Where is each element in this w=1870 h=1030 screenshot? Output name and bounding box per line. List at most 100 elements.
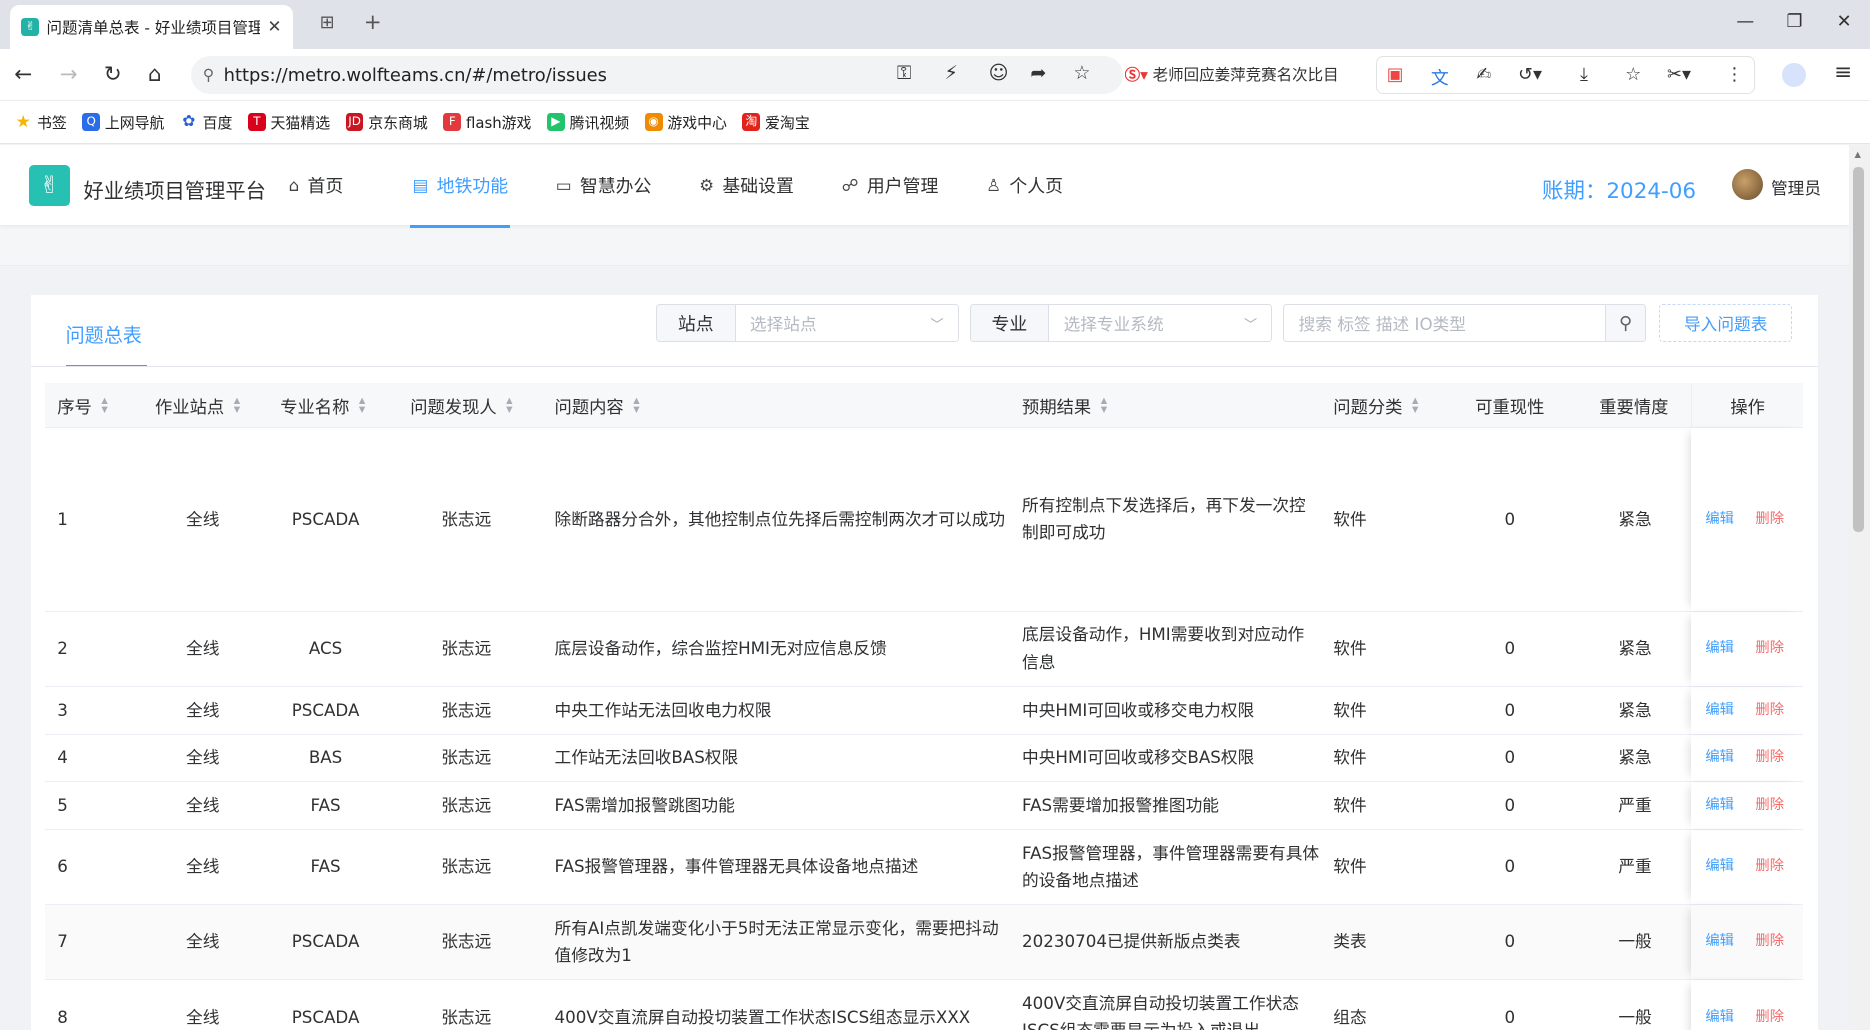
cell-no: 7 [57,932,68,952]
col-header-expected[interactable]: 预期结果 ▲ ▼ [1022,383,1107,428]
avatar[interactable] [1731,169,1763,201]
home-icon: ⌂ [288,175,300,195]
key-icon[interactable]: ⚿ [897,62,912,84]
scissors-icon[interactable]: ✂▾ [1667,64,1691,85]
sort-icon[interactable]: ▲ ▼ [359,395,365,415]
col-header-content[interactable]: 问题内容 ▲ ▼ [555,383,640,428]
col-header-no[interactable]: 序号 ▲ ▼ [57,383,108,428]
station-select[interactable]: 选择站点 ﹀ [735,305,958,342]
back-icon[interactable]: ← [14,62,32,87]
sort-icon[interactable]: ▲ ▼ [1101,395,1107,415]
edit-link[interactable]: 编辑 [1705,1004,1734,1030]
home-icon[interactable]: ⌂ [148,62,162,87]
download-icon[interactable]: ⤓ [1580,64,1588,85]
station-filter: 站点 选择站点 ﹀ [655,304,959,343]
col-header-station[interactable]: 作业站点 ▲ ▼ [155,383,240,428]
edit-link[interactable]: 编辑 [1705,697,1734,724]
tab-grid-icon[interactable]: ⊞ [320,12,335,33]
browser-tab[interactable]: ✌ 问题清单总表 - 好业绩项目管理 ✕ [9,4,294,49]
pdf-icon[interactable]: ▣ [1387,64,1404,85]
menu-item-office[interactable]: ▭ 智慧办公 [556,145,652,225]
robot-icon[interactable]: ☺ [989,62,1009,84]
url-bar[interactable]: ⚲ https://metro.wolfteams.cn/#/metro/iss… [190,56,1124,95]
translate-icon[interactable]: 文 [1431,64,1449,90]
edit-link[interactable]: 编辑 [1705,506,1734,533]
sort-icon[interactable]: ▲ ▼ [633,395,639,415]
cell-finder: 张志远 [441,748,492,768]
menu-icon[interactable]: ≡ [1834,60,1852,85]
tab-issue-summary[interactable]: 问题总表 [66,321,142,348]
delete-link[interactable]: 删除 [1755,697,1784,724]
sort-icon[interactable]: ▲ ▼ [234,395,240,415]
edit-link[interactable]: 编辑 [1705,744,1734,771]
col-header-category[interactable]: 问题分类 ▲ ▼ [1333,383,1418,428]
delete-link[interactable]: 删除 [1755,792,1784,819]
lightning-icon[interactable]: ⚡ [945,62,958,84]
edit-link[interactable]: 编辑 [1705,792,1734,819]
news-ticker[interactable]: Ⓢ▾ 老师回应姜萍竞赛名次比目 [1125,63,1358,85]
star-add-icon[interactable]: ☆ [1073,62,1090,84]
delete-link[interactable]: 删除 [1755,1004,1784,1030]
more-icon[interactable]: ⋮ [1725,64,1743,85]
bookmark-item[interactable]: Q 上网导航 [82,112,164,133]
baidu-icon: ✿ [182,112,196,131]
cell-repro: 0 [1504,795,1516,815]
new-tab-icon[interactable]: + [364,10,382,35]
cell-expected: 20230704已提供新版点类表 [1022,932,1241,952]
cell-repro: 0 [1504,857,1516,877]
close-window-icon[interactable]: ✕ [1837,11,1852,32]
cell-station: 全线 [186,639,220,659]
menu-item-settings[interactable]: ⚙ 基础设置 [699,145,794,225]
profile-icon[interactable] [1781,63,1806,88]
forward-icon[interactable]: → [60,62,78,87]
bookmark-item[interactable]: 淘爱淘宝 [742,112,810,133]
page-scrollbar[interactable]: ▲ [1848,145,1870,1030]
user-name[interactable]: 管理员 [1771,175,1821,199]
cell-category: 软件 [1333,748,1367,768]
delete-link[interactable]: 删除 [1755,928,1784,955]
bookmark-item[interactable]: JD 京东商城 [345,112,428,133]
bookmark-item[interactable]: ▶ 腾讯视频 [546,112,629,133]
signature-icon[interactable]: ✍ [1476,64,1491,85]
actions-group: 编辑 删除 [1705,980,1803,1030]
close-tab-icon[interactable]: ✕ [267,17,281,36]
gear-icon: ⚙ [699,175,715,195]
edit-link[interactable]: 编辑 [1705,853,1734,880]
menu-item-home[interactable]: ⌂ 首页 [289,145,344,225]
menu-item-metro[interactable]: ▤ 地铁功能 [410,145,511,228]
bookmark-item[interactable]: ◉ 游戏中心 [644,112,727,133]
import-issues-button[interactable]: 导入问题表 [1658,304,1793,343]
sort-icon[interactable]: ▲ ▼ [1412,395,1418,415]
delete-link[interactable]: 删除 [1755,744,1784,771]
scrollbar-thumb[interactable] [1853,166,1865,532]
search-button[interactable]: ⚲ [1605,305,1645,342]
menu-item-profile[interactable]: ♙ 个人页 [986,145,1063,225]
specialty-select[interactable]: 选择专业系统 ﹀ [1049,305,1272,342]
minimize-icon[interactable]: — [1736,11,1754,32]
bookmark-item[interactable]: T 天猫精选 [247,112,330,133]
col-header-repro: 可重现性 [1475,397,1545,418]
bookmark-item[interactable]: ★ 书签 [14,112,67,133]
delete-link[interactable]: 删除 [1755,853,1784,880]
bookmark-item[interactable]: Fflash游戏 [443,112,531,133]
delete-link[interactable]: 删除 [1755,635,1784,662]
share-icon[interactable]: ➦ [1030,62,1046,84]
main-menu: ⌂ 首页 ▤ 地铁功能 ▭ 智慧办公 ⚙ 基础设置 ☍ 用户管理 ♙ 个人页 [289,145,1111,228]
col-header-finder[interactable]: 问题发现人 ▲ ▼ [410,383,512,428]
reload-icon[interactable]: ↻ [104,62,122,87]
edit-link[interactable]: 编辑 [1705,635,1734,662]
restore-icon[interactable]: ❐ [1787,11,1803,32]
delete-link[interactable]: 删除 [1755,506,1784,533]
cell-specialty: ACS [308,639,343,659]
sort-icon[interactable]: ▲ ▼ [506,395,512,415]
search-input[interactable]: 搜索 标签 描述 IO类型 [1284,305,1605,341]
edit-link[interactable]: 编辑 [1705,928,1734,955]
menu-item-users[interactable]: ☍ 用户管理 [842,145,939,225]
col-header-specialty[interactable]: 专业名称 ▲ ▼ [280,383,365,428]
sort-icon[interactable]: ▲ ▼ [101,395,107,415]
col-header-severity: 重要情度 [1599,397,1669,418]
history-icon[interactable]: ↺▾ [1518,64,1542,85]
favorites-icon[interactable]: ☆ [1625,64,1641,85]
bookmark-item[interactable]: ✿ 百度 [180,112,232,133]
scroll-up-icon[interactable]: ▲ [1854,149,1860,159]
